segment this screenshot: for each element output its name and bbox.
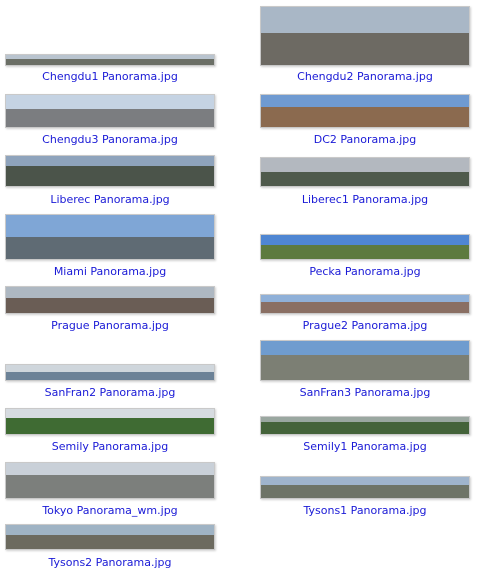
file-name[interactable]: DC2 Panorama.jpg (260, 133, 470, 146)
file-name[interactable]: Semily Panorama.jpg (5, 440, 215, 453)
file-name[interactable]: Miami Panorama.jpg (5, 265, 215, 278)
file-name[interactable]: Prague2 Panorama.jpg (260, 319, 470, 332)
file-name[interactable]: Tokyo Panorama_wm.jpg (5, 504, 215, 517)
thumbnail-image[interactable] (260, 476, 470, 499)
thumbnail-image[interactable] (260, 234, 470, 260)
thumbnail-image[interactable] (260, 157, 470, 187)
file-name[interactable]: Chengdu1 Panorama.jpg (5, 70, 215, 83)
file-name[interactable]: Pecka Panorama.jpg (260, 265, 470, 278)
file-name[interactable]: SanFran2 Panorama.jpg (5, 386, 215, 399)
file-name[interactable]: Chengdu3 Panorama.jpg (5, 133, 215, 146)
thumbnail-image[interactable] (260, 6, 470, 66)
thumbnail-image[interactable] (260, 340, 470, 381)
file-name[interactable]: Liberec1 Panorama.jpg (260, 193, 470, 206)
thumbnail-image[interactable] (260, 416, 470, 435)
file-name[interactable]: Semily1 Panorama.jpg (260, 440, 470, 453)
thumbnail-image[interactable] (5, 364, 215, 381)
file-name[interactable]: SanFran3 Panorama.jpg (260, 386, 470, 399)
thumbnail-image[interactable] (5, 54, 215, 66)
file-name[interactable]: Tysons1 Panorama.jpg (260, 504, 470, 517)
thumbnail-image[interactable] (5, 155, 215, 187)
thumbnail-image[interactable] (5, 286, 215, 314)
file-name[interactable]: Prague Panorama.jpg (5, 319, 215, 332)
thumbnail-image[interactable] (5, 462, 215, 499)
thumbnail-image[interactable] (260, 294, 470, 314)
file-name[interactable]: Chengdu2 Panorama.jpg (260, 70, 470, 83)
thumbnail-image[interactable] (260, 94, 470, 128)
thumbnail-image[interactable] (5, 94, 215, 128)
thumbnail-image[interactable] (5, 524, 215, 550)
thumbnail-image[interactable] (5, 214, 215, 260)
file-name[interactable]: Liberec Panorama.jpg (5, 193, 215, 206)
file-name[interactable]: Tysons2 Panorama.jpg (5, 556, 215, 569)
thumbnail-image[interactable] (5, 408, 215, 435)
